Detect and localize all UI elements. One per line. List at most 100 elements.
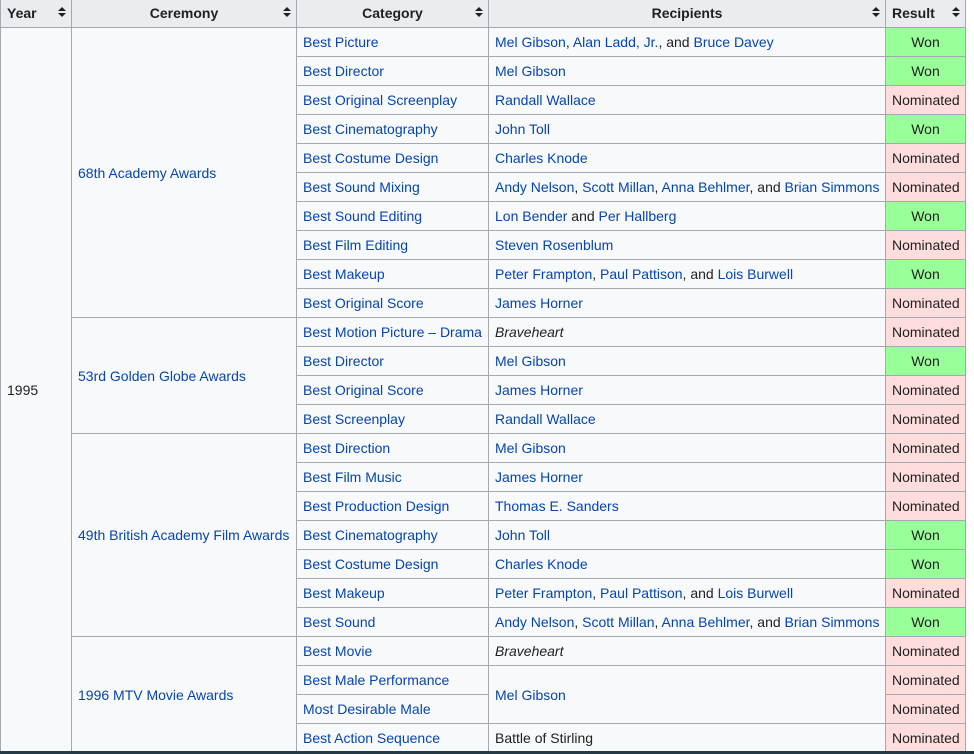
category-link[interactable]: Best Film Music — [303, 469, 402, 485]
result-badge: Nominated — [885, 375, 966, 405]
category-link[interactable]: Best Sound Editing — [303, 208, 422, 224]
category-link[interactable]: Best Makeup — [303, 585, 385, 601]
category-link[interactable]: Best Director — [303, 353, 384, 369]
category-link[interactable]: Best Makeup — [303, 266, 385, 282]
recipient-link[interactable]: Randall Wallace — [495, 92, 596, 108]
category-link[interactable]: Best Director — [303, 63, 384, 79]
category-link[interactable]: Best Cinematography — [303, 527, 438, 543]
category-cell: Best Makeup — [296, 578, 489, 608]
result-badge: Won — [885, 520, 966, 550]
table-row: 1996 MTV Movie Awards Best Movie Bravehear… — [1, 636, 966, 753]
category-link[interactable]: Best Direction — [303, 440, 390, 456]
recipient-link[interactable]: Alan Ladd, Jr. — [573, 34, 659, 50]
recipient-link[interactable]: Per Hallberg — [599, 208, 677, 224]
result-badge: Won — [885, 201, 966, 231]
recipient-link[interactable]: Peter Frampton — [495, 585, 592, 601]
recipients-cell: John Toll — [488, 114, 886, 144]
column-header-result[interactable]: Result — [885, 0, 966, 28]
recipient-link[interactable]: Mel Gibson — [495, 63, 566, 79]
recipient-link[interactable]: Mel Gibson — [495, 34, 566, 50]
category-link[interactable]: Best Picture — [303, 34, 378, 50]
recipient-link[interactable]: James Horner — [495, 295, 583, 311]
category-link[interactable]: Best Costume Design — [303, 556, 438, 572]
sort-icon[interactable] — [475, 7, 483, 17]
category-link[interactable]: Best Screenplay — [303, 411, 405, 427]
category-link[interactable]: Best Original Score — [303, 382, 424, 398]
sort-icon[interactable] — [872, 7, 880, 17]
recipient-link[interactable]: Thomas E. Sanders — [495, 498, 619, 514]
recipients-cell: Braveheart — [488, 317, 886, 347]
recipient-link[interactable]: John Toll — [495, 121, 550, 137]
category-cell: Best Director — [296, 346, 489, 376]
recipient-link[interactable]: Andy Nelson — [495, 614, 574, 630]
recipient-link[interactable]: Randall Wallace — [495, 411, 596, 427]
category-link[interactable]: Best Movie — [303, 643, 372, 659]
recipient-text: and — [567, 208, 599, 224]
sort-icon[interactable] — [952, 7, 960, 17]
ceremony-link[interactable]: 53rd Golden Globe Awards — [78, 368, 246, 384]
recipient-text: , — [574, 179, 583, 195]
result-badge: Won — [885, 607, 966, 637]
column-header-recipients[interactable]: Recipients — [488, 0, 886, 28]
recipient-link[interactable]: James Horner — [495, 469, 583, 485]
recipient-link[interactable]: Steven Rosenblum — [495, 237, 613, 253]
recipient-link[interactable]: Charles Knode — [495, 150, 588, 166]
recipient-link[interactable]: Charles Knode — [495, 556, 588, 572]
recipients-cell: Randall Wallace — [488, 404, 886, 434]
result-badge: Won — [885, 114, 966, 144]
recipient-link[interactable]: Brian Simmons — [785, 614, 880, 630]
recipient-link[interactable]: James Horner — [495, 382, 583, 398]
recipient-link[interactable]: Lois Burwell — [718, 585, 793, 601]
category-link[interactable]: Best Action Sequence — [303, 730, 440, 746]
recipient-link[interactable]: Bruce Davey — [693, 34, 773, 50]
recipient-link[interactable]: Mel Gibson — [495, 440, 566, 456]
recipient-link[interactable]: Andy Nelson — [495, 179, 574, 195]
ceremony-cell: 53rd Golden Globe Awards — [71, 317, 297, 434]
recipient-link[interactable]: Paul Pattison — [600, 585, 683, 601]
category-cell: Best Direction — [296, 433, 489, 463]
category-cell: Best Male Performance — [296, 665, 489, 695]
ceremony-link[interactable]: 49th British Academy Film Awards — [78, 527, 289, 543]
category-link[interactable]: Most Desirable Male — [303, 701, 431, 717]
category-link[interactable]: Best Male Performance — [303, 672, 449, 688]
result-badge: Nominated — [885, 723, 966, 753]
result-badge: Won — [885, 27, 966, 57]
category-link[interactable]: Best Motion Picture – Drama — [303, 324, 482, 340]
sort-icon[interactable] — [283, 7, 291, 17]
category-link[interactable]: Best Sound Mixing — [303, 179, 420, 195]
ceremony-link[interactable]: 1996 MTV Movie Awards — [78, 687, 233, 703]
recipients-cell: Braveheart — [488, 636, 886, 666]
recipient-link[interactable]: Brian Simmons — [785, 179, 880, 195]
recipient-link[interactable]: Mel Gibson — [495, 687, 566, 703]
recipients-cell: Thomas E. Sanders — [488, 491, 886, 521]
recipient-link[interactable]: Scott Millan — [582, 614, 654, 630]
recipient-link[interactable]: Peter Frampton — [495, 266, 592, 282]
category-link[interactable]: Best Original Score — [303, 295, 424, 311]
category-link[interactable]: Best Sound — [303, 614, 375, 630]
recipient-link[interactable]: Mel Gibson — [495, 353, 566, 369]
recipient-link[interactable]: Lois Burwell — [718, 266, 793, 282]
category-link[interactable]: Best Film Editing — [303, 237, 408, 253]
category-link[interactable]: Best Production Design — [303, 498, 449, 514]
recipient-link[interactable]: John Toll — [495, 527, 550, 543]
recipient-link[interactable]: Anna Behlmer — [662, 179, 750, 195]
recipient-link[interactable]: Anna Behlmer — [662, 614, 750, 630]
category-cell: Best Film Music — [296, 462, 489, 492]
ceremony-link[interactable]: 68th Academy Awards — [78, 165, 216, 181]
category-link[interactable]: Best Original Screenplay — [303, 92, 457, 108]
result-badge: Nominated — [885, 85, 966, 115]
recipient-link[interactable]: Scott Millan — [582, 179, 654, 195]
category-link[interactable]: Best Cinematography — [303, 121, 438, 137]
sort-icon[interactable] — [58, 7, 66, 17]
column-header-ceremony[interactable]: Ceremony — [71, 0, 297, 28]
recipient-link[interactable]: Paul Pattison — [600, 266, 683, 282]
result-badge: Won — [885, 346, 966, 376]
ceremony-cell: 49th British Academy Film Awards — [71, 433, 297, 637]
recipients-cell: Andy Nelson, Scott Millan, Anna Behlmer,… — [488, 607, 886, 637]
recipient-link[interactable]: Lon Bender — [495, 208, 567, 224]
column-header-year[interactable]: Year — [0, 0, 72, 28]
column-header-category[interactable]: Category — [296, 0, 489, 28]
category-link[interactable]: Best Costume Design — [303, 150, 438, 166]
column-header-label: Recipients — [651, 5, 723, 21]
recipients-cell: James Horner — [488, 462, 886, 492]
